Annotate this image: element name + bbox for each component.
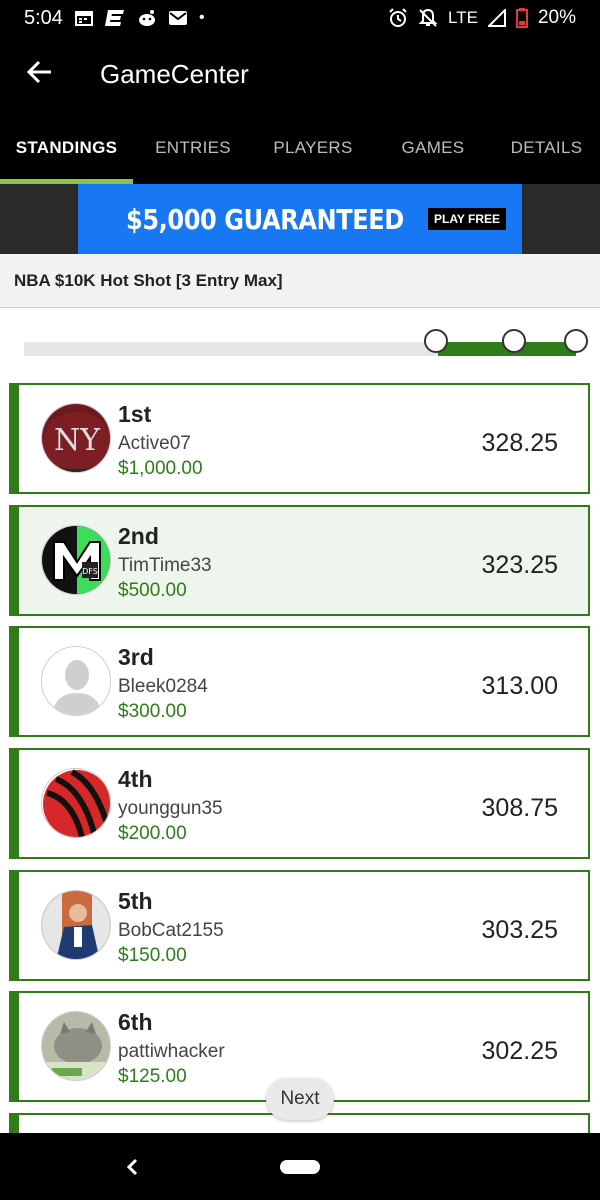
next-button[interactable]: Next xyxy=(266,1078,334,1120)
calendar-icon xyxy=(74,10,93,26)
score-value: 328.25 xyxy=(481,429,558,457)
username: BobCat2155 xyxy=(118,920,224,941)
prize-amount: $300.00 xyxy=(118,701,187,722)
network-type: LTE xyxy=(448,8,478,27)
prize-amount: $125.00 xyxy=(118,1066,187,1087)
username: pattiwhacker xyxy=(118,1041,225,1062)
progress-marker xyxy=(564,329,588,353)
photo-person-avatar xyxy=(41,890,111,960)
tab-standings[interactable]: STANDINGS xyxy=(0,112,133,184)
prize-amount: $500.00 xyxy=(118,580,187,601)
system-nav-bar xyxy=(0,1133,600,1200)
username: younggun35 xyxy=(118,798,223,819)
alarm-icon xyxy=(388,8,408,28)
username: Active07 xyxy=(118,433,191,454)
progress-marker xyxy=(502,329,526,353)
score-value: 323.25 xyxy=(481,551,558,579)
reddit-icon xyxy=(137,9,157,27)
prize-amount: $150.00 xyxy=(118,945,187,966)
svg-text:DFS: DFS xyxy=(82,567,98,576)
tab-games[interactable]: GAMES xyxy=(373,112,493,184)
rank-label: 4th xyxy=(118,766,153,792)
battery-icon xyxy=(515,8,528,28)
score-value: 308.75 xyxy=(481,794,558,822)
tab-players[interactable]: PLAYERS xyxy=(253,112,373,184)
raptors-ball-avatar xyxy=(41,768,111,838)
progress-marker xyxy=(424,329,448,353)
tab-details[interactable]: DETAILS xyxy=(493,112,600,184)
espn-icon xyxy=(104,9,125,27)
dfs-logo-avatar: DFS xyxy=(41,525,111,595)
signal-icon xyxy=(487,9,506,27)
prize-amount: $1,000.00 xyxy=(118,458,203,479)
tab-bar: STANDINGS ENTRIES PLAYERS GAMES DETAILS xyxy=(0,112,600,184)
rank-label: 5th xyxy=(118,888,153,914)
arrow-back-icon xyxy=(26,60,53,89)
nav-back-icon[interactable] xyxy=(116,1153,148,1181)
svg-text:NY: NY xyxy=(54,423,101,458)
contest-progress xyxy=(24,329,588,356)
mail-icon xyxy=(168,11,187,25)
yankees-cap-avatar: NY xyxy=(41,403,111,473)
standing-card[interactable]: 5th BobCat2155 $150.00 303.25 xyxy=(9,870,590,981)
contest-title: NBA $10K Hot Shot [3 Entry Max] xyxy=(0,254,600,308)
notifications-off-icon xyxy=(418,8,438,28)
rank-label: 1st xyxy=(118,401,152,427)
ad-banner[interactable]: $5,000 GUARANTEED PLAY FREE xyxy=(78,184,522,254)
rank-label: 6th xyxy=(118,1009,153,1035)
page-title: GameCenter xyxy=(100,58,249,89)
username: Bleek0284 xyxy=(118,676,208,697)
rank-label: 3rd xyxy=(118,644,154,670)
battery-level: 20% xyxy=(537,7,576,28)
score-value: 313.00 xyxy=(481,672,558,700)
score-value: 303.25 xyxy=(481,916,558,944)
status-time: 5:04 xyxy=(24,6,63,29)
back-button[interactable] xyxy=(0,36,80,112)
prize-amount: $200.00 xyxy=(118,823,187,844)
default-user-avatar xyxy=(41,646,111,716)
status-bar: 5:04 • LTE 20% xyxy=(0,0,600,36)
ad-banner-area: $5,000 GUARANTEED PLAY FREE xyxy=(0,184,600,254)
rank-label: 2nd xyxy=(118,523,159,549)
app-bar: GameCenter xyxy=(0,36,600,112)
username: TimTime33 xyxy=(118,555,212,576)
cat-photo-avatar xyxy=(41,1011,111,1081)
banner-text: $5,000 GUARANTEED xyxy=(126,202,404,236)
play-free-button[interactable]: PLAY FREE xyxy=(428,208,506,230)
standing-card[interactable]: 4th younggun35 $200.00 308.75 xyxy=(9,748,590,859)
score-value: 302.25 xyxy=(481,1037,558,1065)
standing-card[interactable]: 3rd Bleek0284 $300.00 313.00 xyxy=(9,626,590,737)
nav-home-pill[interactable] xyxy=(280,1160,320,1174)
status-dot: • xyxy=(198,9,205,26)
tab-entries[interactable]: ENTRIES xyxy=(133,112,253,184)
standing-card[interactable]: NY 1st Active07 $1,000.00 328.25 xyxy=(9,383,590,494)
standings-list[interactable]: NY 1st Active07 $1,000.00 328.25 DFS 2nd… xyxy=(0,308,600,1133)
standing-card[interactable]: DFS 2nd TimTime33 $500.00 323.25 xyxy=(9,505,590,616)
